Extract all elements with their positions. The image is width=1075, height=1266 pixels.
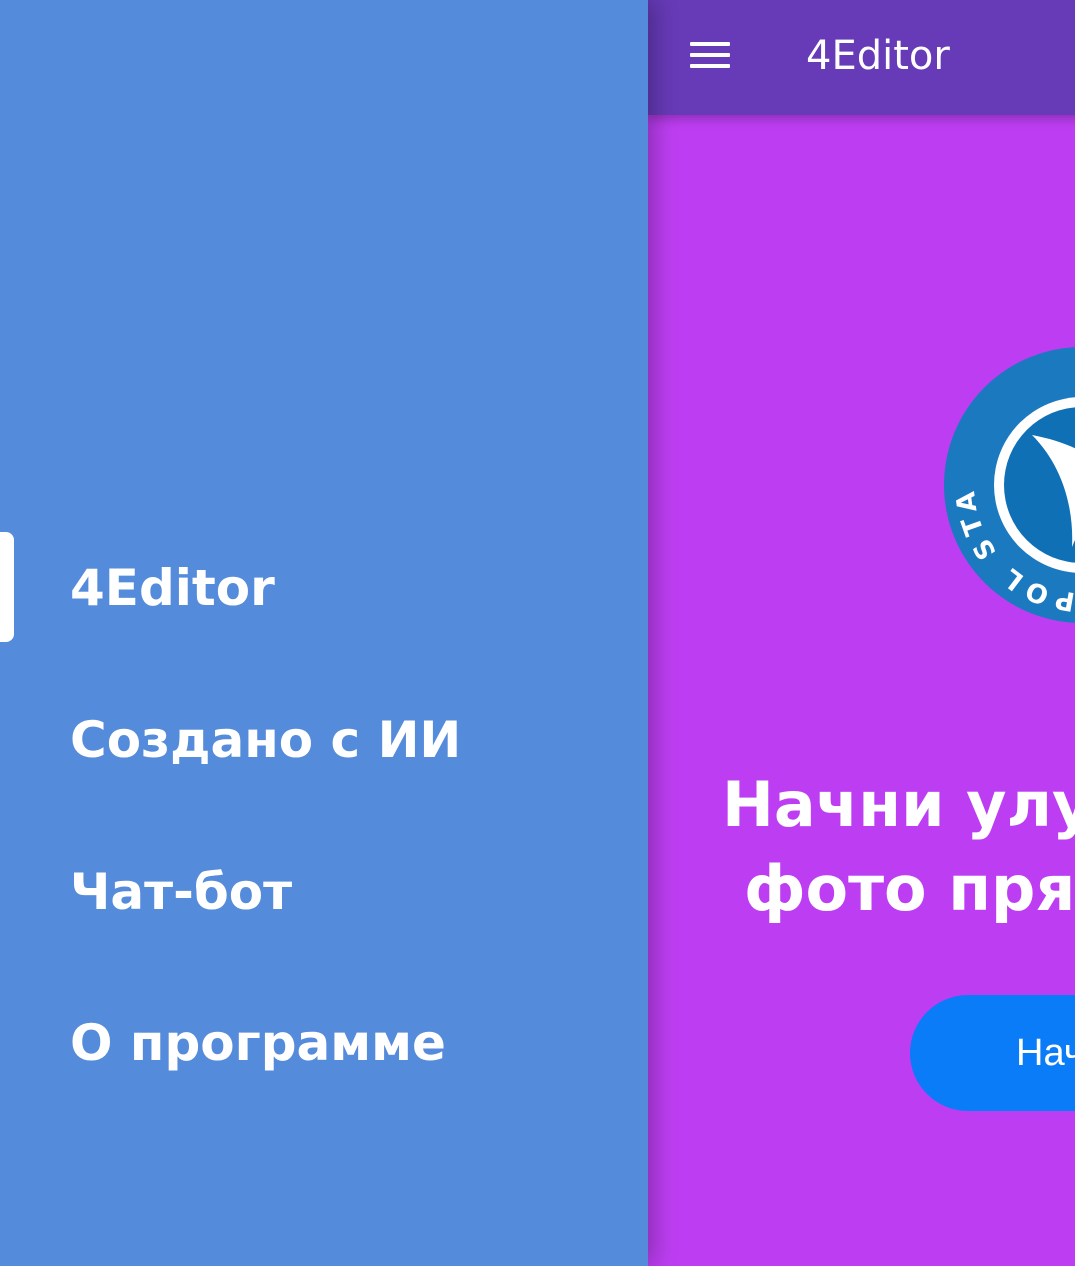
headline: Начни улучшать фото прямо сейчас	[722, 763, 1075, 931]
hamburger-menu-icon[interactable]	[688, 38, 732, 72]
drawer-item-chat-bot[interactable]: Чат-бот	[70, 852, 610, 932]
app-screen: 4Editor SEVASTOPOL STATE UNIVERSITY Начн…	[0, 0, 1075, 1266]
headline-line-2: фото прямо сейчас	[744, 852, 1075, 925]
university-seal-icon: SEVASTOPOL STATE UNIVERSITY	[944, 347, 1075, 623]
navigation-drawer: 4Editor Создано с ИИ Чат-бот О программе	[0, 0, 648, 1266]
start-button[interactable]: Начать	[910, 995, 1075, 1111]
main-content: 4Editor SEVASTOPOL STATE UNIVERSITY Начн…	[648, 0, 1075, 1266]
active-item-indicator	[0, 532, 14, 642]
drawer-item-about[interactable]: О программе	[70, 1003, 610, 1083]
home-content: SEVASTOPOL STATE UNIVERSITY Начни улучша…	[648, 115, 1075, 1266]
headline-line-1: Начни улучшать	[722, 768, 1075, 841]
app-bar: 4Editor	[648, 0, 1075, 115]
drawer-item-4editor[interactable]: 4Editor	[70, 548, 610, 628]
app-bar-title: 4Editor	[806, 33, 950, 79]
drawer-item-created-with-ai[interactable]: Создано с ИИ	[70, 700, 610, 780]
